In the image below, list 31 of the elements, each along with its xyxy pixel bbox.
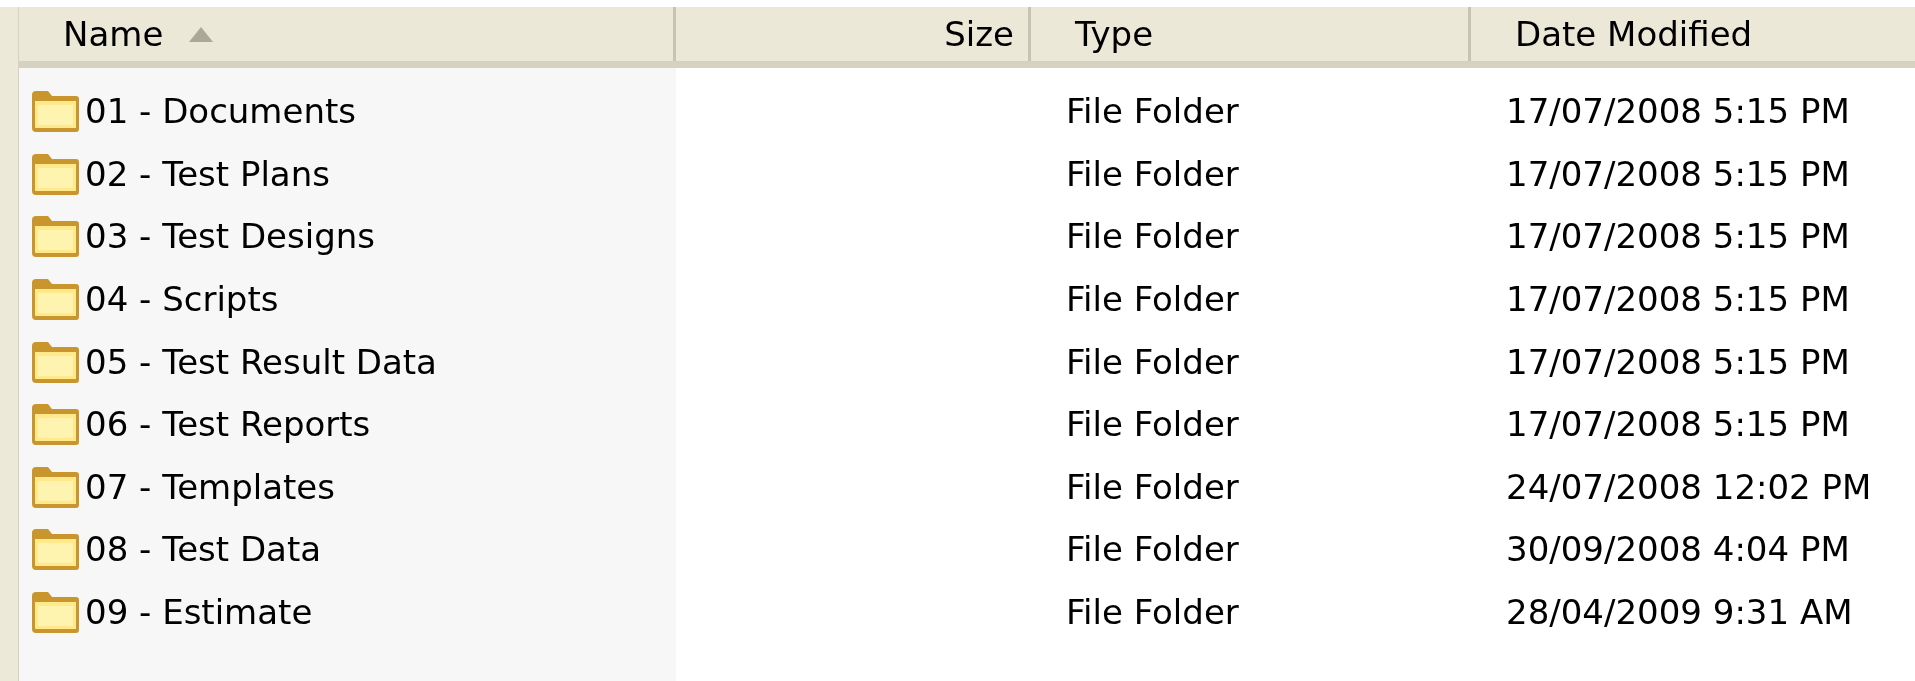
file-name[interactable]: 09 - Estimate (85, 592, 313, 633)
table-cell: 17/07/2008 5:15 PM (1506, 153, 1850, 194)
table-cell: File Folder (1066, 341, 1239, 382)
table-cell: File Folder (1066, 529, 1239, 570)
file-name[interactable]: 04 - Scripts (85, 279, 279, 320)
table-cell: File Folder (1066, 279, 1239, 320)
table-cell: File Folder (1066, 91, 1239, 132)
file-name[interactable]: 06 - Test Reports (85, 404, 371, 445)
column-header[interactable]: Size (676, 7, 1031, 61)
table-cell: 17/07/2008 5:15 PM (1506, 91, 1850, 132)
table-cell: 24/07/2008 12:02 PM (1506, 466, 1872, 507)
column-header[interactable]: Type (1031, 7, 1471, 61)
file-name[interactable]: 01 - Documents (85, 91, 356, 132)
table-cell: 17/07/2008 5:15 PM (1506, 341, 1850, 382)
table-cell: File Folder (1066, 466, 1239, 507)
table-cell: 17/07/2008 5:15 PM (1506, 404, 1850, 445)
column-header[interactable]: Date Modified (1471, 7, 1915, 61)
table-cell: File Folder (1066, 404, 1239, 445)
column-header[interactable]: Name (19, 7, 676, 61)
file-name[interactable]: 08 - Test Data (85, 529, 322, 570)
table-cell: 17/07/2008 5:15 PM (1506, 279, 1850, 320)
table-cell: File Folder (1066, 216, 1239, 257)
file-name[interactable]: 07 - Templates (85, 466, 335, 507)
file-name[interactable]: 03 - Test Designs (85, 216, 375, 257)
table-cell: 17/07/2008 5:15 PM (1506, 216, 1850, 257)
table-cell: 30/09/2008 4:04 PM (1506, 529, 1850, 570)
file-name[interactable]: 05 - Test Result Data (85, 341, 437, 382)
table-cell: File Folder (1066, 153, 1239, 194)
file-name[interactable]: 02 - Test Plans (85, 153, 330, 194)
table-cell: File Folder (1066, 592, 1239, 633)
table-cell: 28/04/2009 9:31 AM (1506, 592, 1853, 633)
